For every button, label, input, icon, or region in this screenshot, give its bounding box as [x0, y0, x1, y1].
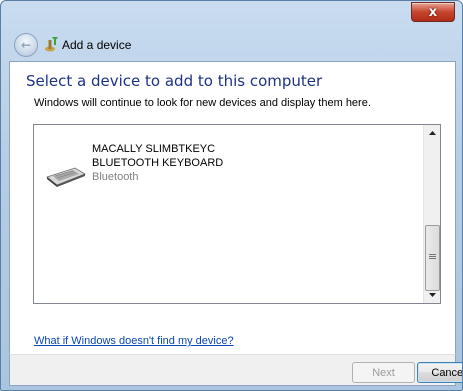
page-description: Windows will continue to look for new de…: [34, 97, 371, 109]
add-device-icon: [45, 37, 58, 52]
title-bar[interactable]: x: [1, 1, 462, 29]
wizard-title: Add a device: [62, 38, 132, 52]
wizard-nav-bar: ← Add a device: [1, 29, 462, 61]
back-arrow-icon: ←: [20, 38, 32, 52]
back-button[interactable]: ←: [14, 33, 38, 57]
page-title: Select a device to add to this computer: [26, 72, 323, 90]
device-name-line2: BLUETOOTH KEYBOARD: [92, 157, 224, 169]
scroll-up-arrow-icon: [428, 131, 436, 135]
vertical-scrollbar[interactable]: [423, 125, 440, 303]
scroll-down-arrow-icon: [428, 293, 436, 297]
device-list[interactable]: MACALLY SLIMBTKEYC BLUETOOTH KEYBOARD Bl…: [33, 124, 441, 304]
scroll-down-button[interactable]: [424, 287, 440, 303]
scroll-up-button[interactable]: [424, 125, 440, 141]
button-footer: Next Cancel: [9, 354, 462, 386]
help-link[interactable]: What if Windows doesn't find my device?: [34, 335, 234, 347]
close-button[interactable]: x: [411, 2, 455, 22]
keyboard-icon: [46, 167, 86, 187]
close-icon: x: [428, 4, 438, 20]
next-button[interactable]: Next: [352, 362, 415, 383]
scroll-thumb[interactable]: [425, 225, 440, 291]
scroll-grip-icon: [429, 254, 436, 260]
list-item[interactable]: MACALLY SLIMBTKEYC BLUETOOTH KEYBOARD Bl…: [45, 139, 265, 189]
device-name-line1: MACALLY SLIMBTKEYC: [92, 143, 216, 155]
device-type: Bluetooth: [92, 171, 139, 183]
cancel-button[interactable]: Cancel: [417, 362, 462, 383]
